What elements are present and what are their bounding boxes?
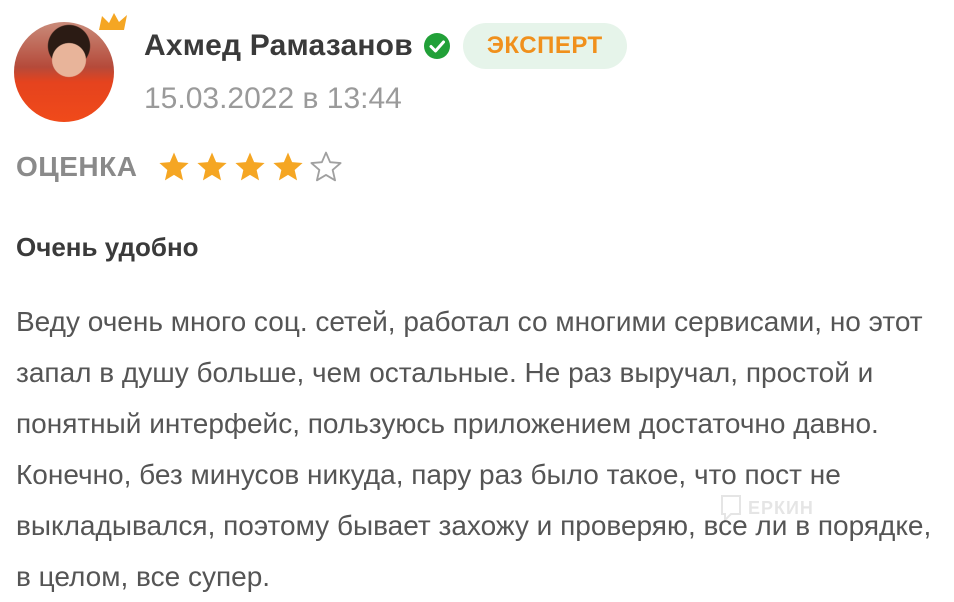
expert-badge: ЭКСПЕРТ bbox=[462, 23, 627, 69]
avatar[interactable] bbox=[14, 22, 114, 122]
star-icon bbox=[235, 152, 266, 181]
crown-icon bbox=[99, 13, 127, 30]
rating-label: ОЦЕНКА bbox=[16, 151, 138, 182]
review-title: Очень удобно bbox=[16, 232, 199, 262]
watermark-text: ЕРКИН bbox=[748, 497, 814, 518]
star-icon bbox=[273, 152, 304, 181]
review-date: 15.03.2022 в 13:44 bbox=[144, 82, 402, 115]
star-icon bbox=[159, 152, 190, 181]
verified-check-icon bbox=[423, 33, 450, 59]
star-icon bbox=[197, 152, 228, 181]
star-outline-icon bbox=[310, 151, 342, 182]
watermark: ЕРКИН bbox=[720, 494, 814, 522]
author-name[interactable]: Ахмед Рамазанов bbox=[144, 29, 413, 63]
rating-stars bbox=[157, 150, 347, 184]
author-avatar-container[interactable] bbox=[14, 13, 127, 122]
review-text: Веду очень много соц. сетей, работал со … bbox=[16, 306, 932, 592]
review-header: Ахмед Рамазанов ЭКСПЕРТ bbox=[144, 23, 627, 69]
rating-row: ОЦЕНКА bbox=[16, 148, 347, 186]
watermark-logo-icon bbox=[721, 495, 741, 522]
